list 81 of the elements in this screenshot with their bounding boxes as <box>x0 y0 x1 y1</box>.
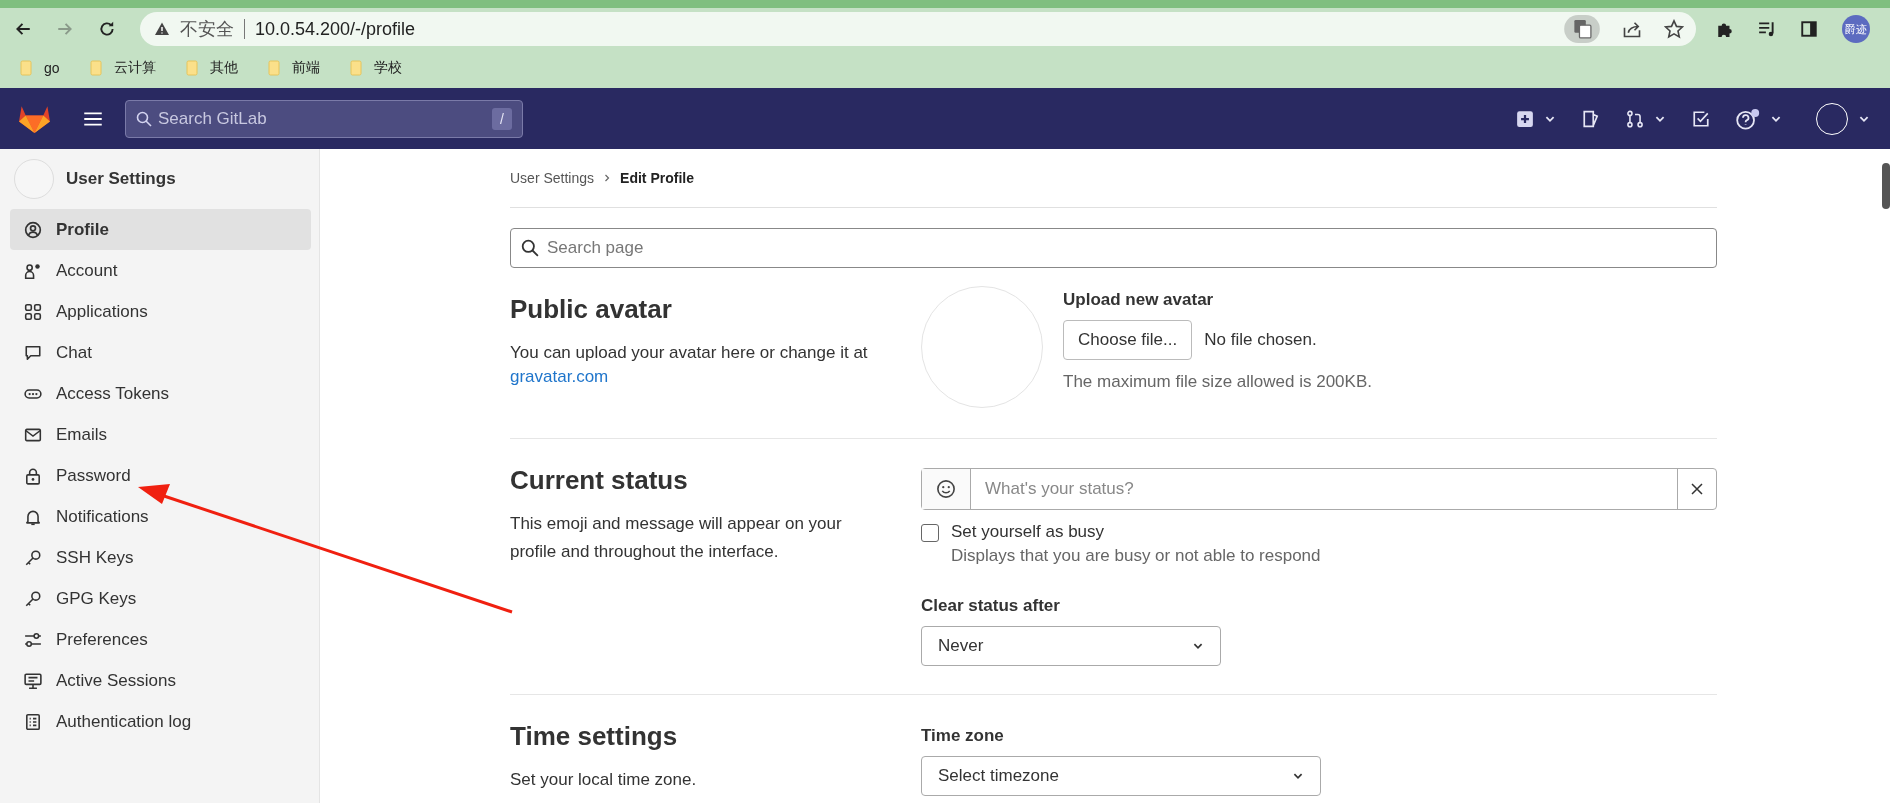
plus-square-icon[interactable] <box>1516 109 1534 128</box>
search-input[interactable]: Search page <box>545 237 1706 259</box>
status-bar[interactable]: What's your status? <box>921 468 1717 510</box>
checkbox[interactable] <box>921 524 939 542</box>
scrollbar-thumb[interactable] <box>1882 163 1890 209</box>
file-status: No file chosen. <box>1204 330 1317 350</box>
breadcrumb-link[interactable]: User Settings <box>510 170 595 186</box>
profile-avatar[interactable]: 爵迹 <box>1842 15 1870 43</box>
search-icon <box>136 110 152 127</box>
key-icon <box>24 589 42 608</box>
sidebar-item[interactable]: SSH Keys <box>10 537 311 578</box>
list-icon <box>24 712 42 731</box>
avatar-circle <box>14 159 54 199</box>
grid-icon <box>24 302 42 321</box>
reload-icon[interactable] <box>98 20 116 38</box>
field-label: Time zone <box>921 726 1005 746</box>
merge-request-icon[interactable] <box>1626 109 1644 128</box>
address-bar[interactable]: 不安全 10.0.54.200/-/profile <box>140 12 1696 46</box>
dropdown[interactable]: Never <box>921 626 1221 666</box>
breadcrumb-link[interactable]: Edit Profile <box>620 170 694 186</box>
warning-icon <box>154 21 170 37</box>
field-label: Clear status after <box>921 596 1061 616</box>
bookmark-link[interactable]: go <box>44 60 60 76</box>
sidebar-item[interactable]: Preferences <box>10 619 311 660</box>
hint-text: The maximum file size allowed is 200KB. <box>1063 372 1372 392</box>
chat-bubble-icon <box>24 343 42 362</box>
section-title: Public avatar <box>510 294 673 325</box>
section-description: You can upload your avatar here or change it at <box>510 342 869 364</box>
user-circle-icon <box>24 220 42 239</box>
folder-icon <box>89 60 102 76</box>
gravatar-link[interactable]: gravatar.com <box>510 367 609 387</box>
field-label: Upload new avatar <box>1063 290 1215 310</box>
sidebar-item[interactable]: Account <box>10 250 311 291</box>
sidebar-item[interactable]: GPG Keys <box>10 578 311 619</box>
sidebar-item[interactable]: Profile <box>10 209 311 250</box>
security-label: 不安全 <box>180 18 234 41</box>
sidebar-item[interactable]: Password <box>10 455 311 496</box>
translate-icon[interactable] <box>1564 15 1600 43</box>
folder-icon <box>267 60 280 76</box>
search-icon <box>521 239 539 257</box>
sidebar-item[interactable]: Applications <box>10 291 311 332</box>
hint-text: Displays that you are busy or not able to respond <box>951 546 1321 566</box>
smiley-icon[interactable] <box>936 479 956 499</box>
url-text: 10.0.54.200/-/profile <box>255 18 416 40</box>
sidebar-item[interactable]: Authentication log <box>10 701 311 742</box>
user-gear-icon <box>24 261 42 280</box>
side-panel-icon[interactable] <box>1800 20 1818 38</box>
sliders-icon <box>24 630 42 649</box>
dropdown[interactable]: Select timezone <box>921 756 1321 796</box>
search-bar[interactable]: Search page <box>510 228 1717 268</box>
bookmark-link[interactable]: 前端 <box>291 59 320 77</box>
sidebar-item[interactable]: Notifications <box>10 496 311 537</box>
help-icon[interactable] <box>1736 107 1760 130</box>
bookmark-link[interactable]: 其他 <box>209 59 238 77</box>
lock-icon <box>24 466 42 485</box>
document-icon[interactable] <box>1582 109 1600 128</box>
section-description: This emoji and message will appear on your profile and throughout the interface. <box>510 513 843 563</box>
sidebar-item[interactable]: Active Sessions <box>10 660 311 701</box>
checkbox-label: Set yourself as busy <box>951 522 1106 542</box>
checkbox-icon[interactable] <box>1692 109 1710 128</box>
search-bar[interactable]: Search GitLab / <box>125 99 523 138</box>
close-icon[interactable] <box>1689 481 1705 497</box>
folder-icon <box>20 60 32 76</box>
section-title: Time settings <box>510 721 679 752</box>
section-description: Set your local time zone. <box>510 769 698 791</box>
sidebar-title: User Settings <box>66 169 176 189</box>
sidebar-item[interactable]: Access Tokens <box>10 373 311 414</box>
bookmark-link[interactable]: 云计算 <box>113 59 156 77</box>
sidebar-item[interactable]: Emails <box>10 414 311 455</box>
choose-file-button[interactable]: Choose file... <box>1063 320 1193 360</box>
key-icon <box>24 548 42 567</box>
search-input[interactable]: Search GitLab <box>156 107 493 130</box>
star-icon[interactable] <box>1664 19 1684 39</box>
folder-icon <box>349 60 362 76</box>
section-title: Current status <box>510 465 689 496</box>
monitor-icon <box>24 671 42 690</box>
playlist-icon[interactable] <box>1758 20 1776 38</box>
sidebar-item[interactable]: Chat <box>10 332 311 373</box>
bookmark-link[interactable]: 学校 <box>373 59 402 77</box>
shortcut-key: / <box>492 107 512 130</box>
folder-icon <box>185 60 198 76</box>
